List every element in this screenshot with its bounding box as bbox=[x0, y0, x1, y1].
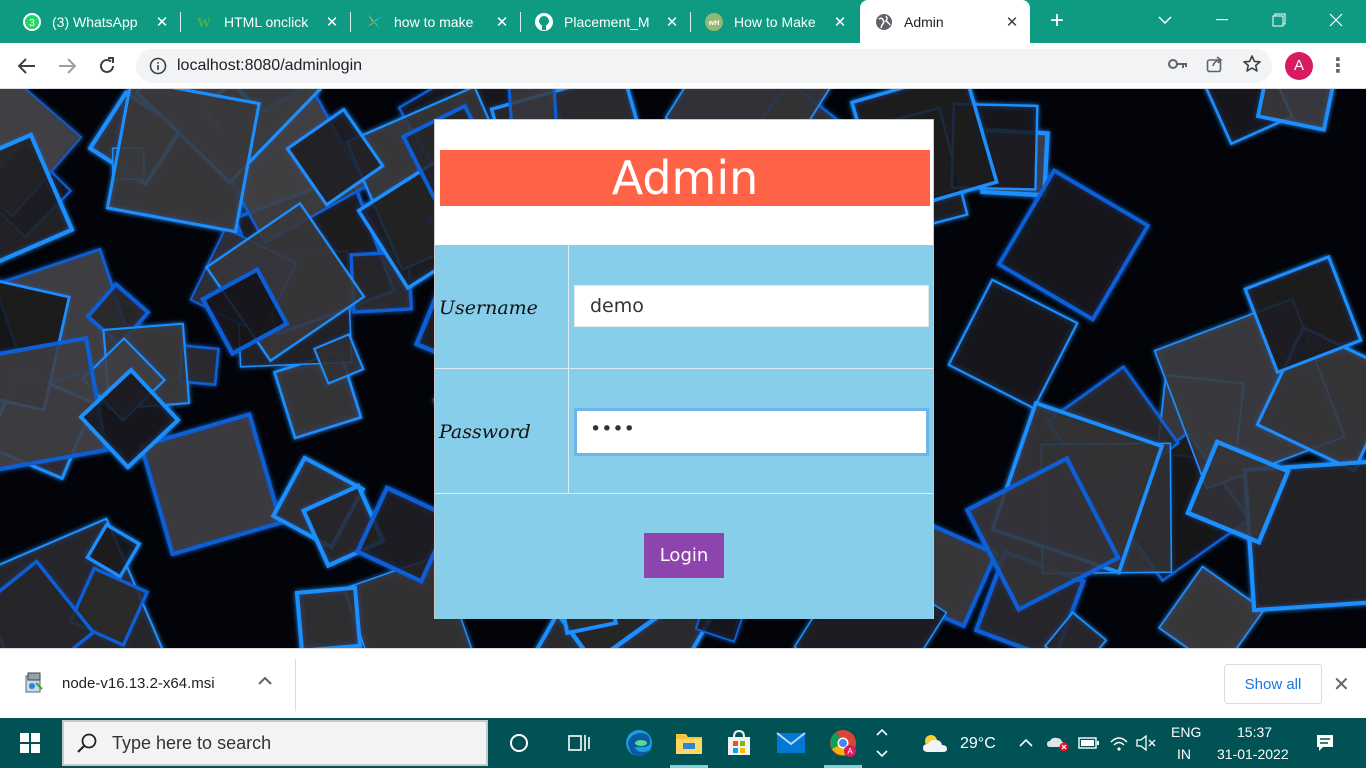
username-label: Username bbox=[439, 297, 538, 319]
reload-button[interactable] bbox=[92, 51, 122, 81]
chevron-up-icon[interactable] bbox=[258, 673, 272, 689]
tab-how-to-make-wikihow[interactable]: wH How to Make ✕ bbox=[690, 0, 858, 43]
tab-html-onclick[interactable]: W HTML onclick ✕ bbox=[180, 0, 350, 43]
download-item[interactable]: node-v16.13.2-x64.msi bbox=[22, 671, 215, 695]
divider bbox=[295, 659, 296, 711]
search-icon bbox=[77, 733, 97, 753]
microsoft-store-icon[interactable] bbox=[714, 718, 764, 768]
wikihow-icon: wH bbox=[704, 12, 724, 32]
password-row: Password •••• bbox=[435, 369, 933, 494]
close-icon[interactable]: ✕ bbox=[1000, 13, 1024, 31]
tab-title: Admin bbox=[904, 13, 944, 30]
windows-taskbar: Type here to search A 29°C ENG IN 15:37 … bbox=[0, 718, 1366, 768]
mail-icon[interactable] bbox=[766, 718, 816, 768]
chevron-up-icon[interactable] bbox=[1010, 718, 1042, 768]
password-input[interactable]: •••• bbox=[574, 408, 929, 456]
browser-toolbar: localhost:8080/adminlogin A ⋮ bbox=[0, 43, 1366, 89]
show-all-button[interactable]: Show all bbox=[1224, 664, 1322, 704]
username-input[interactable]: demo bbox=[574, 285, 929, 327]
tab-placement[interactable]: Placement_M ✕ bbox=[520, 0, 690, 43]
menu-kebab-icon[interactable]: ⋮ bbox=[1328, 52, 1348, 80]
close-icon[interactable]: ✕ bbox=[660, 13, 684, 31]
forward-button[interactable] bbox=[52, 51, 82, 81]
input-region[interactable]: IN bbox=[1177, 746, 1191, 762]
github-icon bbox=[534, 12, 554, 32]
speaker-muted-icon[interactable] bbox=[1134, 718, 1160, 768]
close-icon[interactable]: ✕ bbox=[490, 13, 514, 31]
weather-cloud-icon[interactable] bbox=[910, 718, 960, 768]
pinwheel-icon bbox=[364, 12, 384, 32]
share-icon[interactable] bbox=[1206, 55, 1224, 78]
address-bar[interactable]: localhost:8080/adminlogin bbox=[136, 49, 1272, 83]
tab-search-chevron-icon[interactable] bbox=[1137, 0, 1193, 40]
svg-text:wH: wH bbox=[708, 20, 720, 27]
close-icon[interactable]: ✕ bbox=[320, 13, 344, 31]
taskbar-overflow-chevrons-icon[interactable] bbox=[870, 718, 894, 768]
clock-time[interactable]: 15:37 bbox=[1237, 724, 1272, 740]
new-tab-button[interactable]: + bbox=[1043, 7, 1071, 35]
svg-text:3: 3 bbox=[29, 18, 35, 29]
bookmark-star-icon[interactable] bbox=[1242, 54, 1262, 79]
chrome-icon[interactable]: A bbox=[818, 718, 868, 768]
close-icon[interactable]: ✕ bbox=[150, 13, 174, 31]
download-bar: node-v16.13.2-x64.msi Show all ✕ bbox=[0, 648, 1366, 718]
installer-file-icon bbox=[25, 672, 43, 693]
input-language[interactable]: ENG bbox=[1171, 724, 1201, 740]
close-window-button[interactable] bbox=[1308, 0, 1364, 40]
svg-text:W: W bbox=[197, 16, 211, 31]
login-form: Username demo Password •••• Login bbox=[435, 245, 933, 619]
login-button[interactable]: Login bbox=[644, 533, 724, 578]
tab-title: Placement_M bbox=[564, 13, 650, 30]
tab-title: how to make bbox=[394, 13, 474, 30]
close-icon[interactable]: ✕ bbox=[1333, 672, 1350, 697]
cortana-icon[interactable] bbox=[494, 718, 544, 768]
download-file-name: node-v16.13.2-x64.msi bbox=[62, 674, 215, 692]
battery-icon[interactable] bbox=[1074, 718, 1104, 768]
close-icon[interactable]: ✕ bbox=[828, 13, 852, 31]
globe-icon bbox=[874, 12, 894, 32]
key-icon[interactable] bbox=[1168, 57, 1188, 75]
whatsapp-icon: 3 bbox=[22, 12, 42, 32]
tab-how-to-make[interactable]: how to make ✕ bbox=[350, 0, 520, 43]
username-row: Username demo bbox=[435, 245, 933, 369]
wifi-icon[interactable] bbox=[1104, 718, 1134, 768]
clock-date[interactable]: 31-01-2022 bbox=[1217, 746, 1289, 762]
tab-title: How to Make bbox=[734, 13, 816, 30]
edge-browser-icon[interactable] bbox=[614, 718, 664, 768]
w3-icon: W bbox=[194, 12, 214, 32]
weather-temperature[interactable]: 29°C bbox=[960, 735, 996, 753]
info-icon[interactable] bbox=[149, 57, 167, 75]
column-divider bbox=[568, 245, 569, 494]
svg-text:A: A bbox=[847, 747, 853, 756]
password-label: Password bbox=[439, 421, 531, 443]
login-card: Admin Username demo Password •••• Login bbox=[434, 119, 934, 619]
back-button[interactable] bbox=[12, 51, 42, 81]
onedrive-error-icon[interactable] bbox=[1042, 718, 1074, 768]
neon-cube-shape bbox=[1157, 565, 1266, 648]
tab-title: HTML onclick bbox=[224, 13, 309, 30]
neon-cube-shape bbox=[294, 585, 363, 648]
profile-avatar[interactable]: A bbox=[1285, 52, 1313, 80]
windows-start-icon[interactable] bbox=[0, 718, 60, 768]
page-title: Admin bbox=[440, 150, 930, 206]
tab-whatsapp[interactable]: 3 (3) WhatsApp ✕ bbox=[8, 0, 180, 43]
file-explorer-icon[interactable] bbox=[664, 718, 714, 768]
tab-admin[interactable]: Admin ✕ bbox=[860, 0, 1030, 43]
page-viewport: Admin Username demo Password •••• Login bbox=[0, 89, 1366, 648]
tab-strip: 3 (3) WhatsApp ✕ W HTML onclick ✕ how to… bbox=[0, 0, 1366, 43]
url-text: localhost:8080/adminlogin bbox=[177, 57, 363, 74]
neon-cube-shape bbox=[0, 335, 109, 472]
taskbar-search-input[interactable]: Type here to search bbox=[62, 720, 488, 766]
restore-button[interactable] bbox=[1251, 0, 1307, 40]
task-view-icon[interactable] bbox=[554, 718, 604, 768]
notifications-icon[interactable] bbox=[1302, 718, 1348, 768]
neon-cube-shape bbox=[105, 89, 261, 234]
tab-title: (3) WhatsApp bbox=[52, 13, 138, 30]
minimize-button[interactable] bbox=[1194, 0, 1250, 40]
search-placeholder: Type here to search bbox=[112, 732, 272, 753]
